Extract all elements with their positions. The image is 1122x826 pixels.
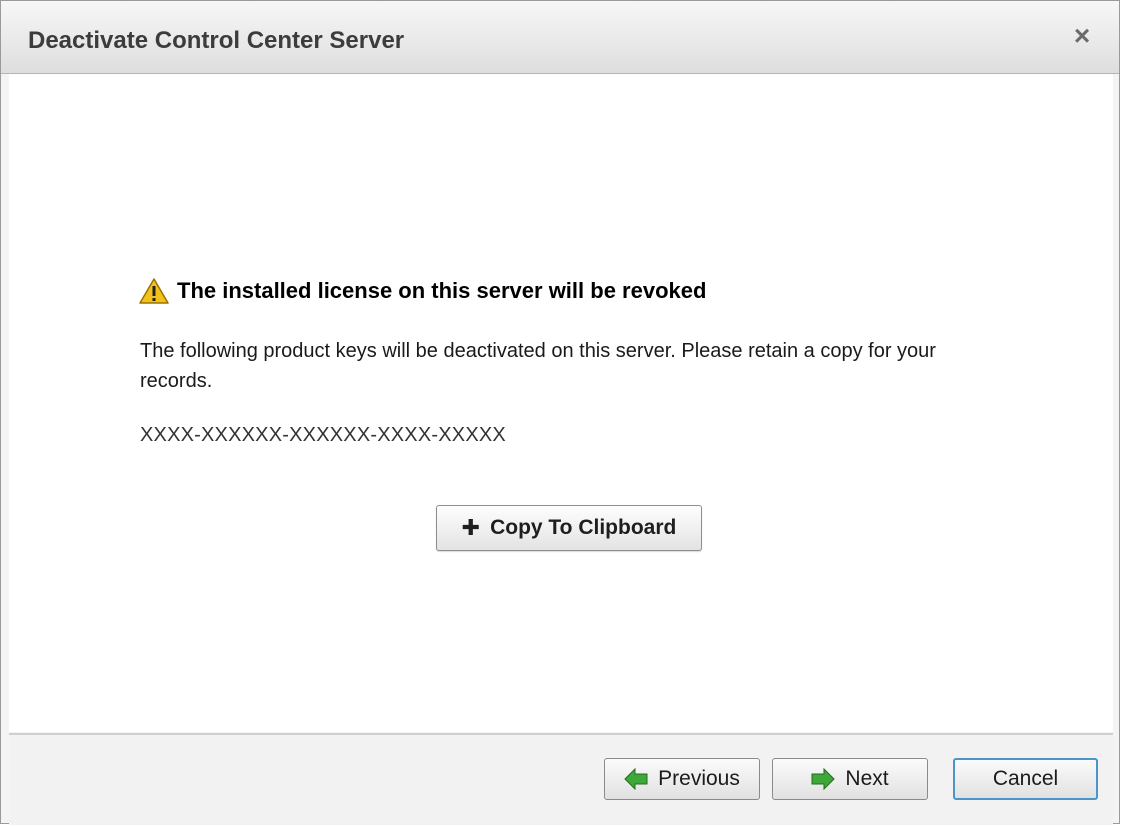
message-text: The following product keys will be deact… xyxy=(140,340,936,392)
warning-heading: The installed license on this server wil… xyxy=(139,277,706,305)
cancel-button[interactable]: Cancel xyxy=(953,758,1098,800)
product-key: XXXX-XXXXXX-XXXXXX-XXXX-XXXXX xyxy=(140,424,506,446)
copy-to-clipboard-button[interactable]: ✚ Copy To Clipboard xyxy=(436,505,702,551)
next-button-label: Next xyxy=(845,767,889,790)
dialog-content: The installed license on this server wil… xyxy=(9,74,1113,732)
deactivate-dialog: Deactivate Control Center Server × The i… xyxy=(0,0,1120,825)
warning-heading-text: The installed license on this server wil… xyxy=(177,278,707,303)
dialog-footer: Previous Next Cancel xyxy=(9,733,1113,825)
plus-icon: ✚ xyxy=(461,515,481,540)
previous-button-label: Previous xyxy=(658,767,740,790)
arrow-left-icon xyxy=(624,768,648,790)
next-button[interactable]: Next xyxy=(772,758,928,800)
close-icon[interactable]: × xyxy=(1067,21,1097,51)
arrow-right-icon xyxy=(811,768,836,790)
warning-icon xyxy=(139,278,169,304)
cancel-button-label: Cancel xyxy=(992,767,1059,790)
dialog-title: Deactivate Control Center Server xyxy=(28,27,405,54)
title-bar: Deactivate Control Center Server × xyxy=(1,1,1119,74)
copy-button-label: Copy To Clipboard xyxy=(490,516,677,539)
previous-button[interactable]: Previous xyxy=(604,758,760,800)
